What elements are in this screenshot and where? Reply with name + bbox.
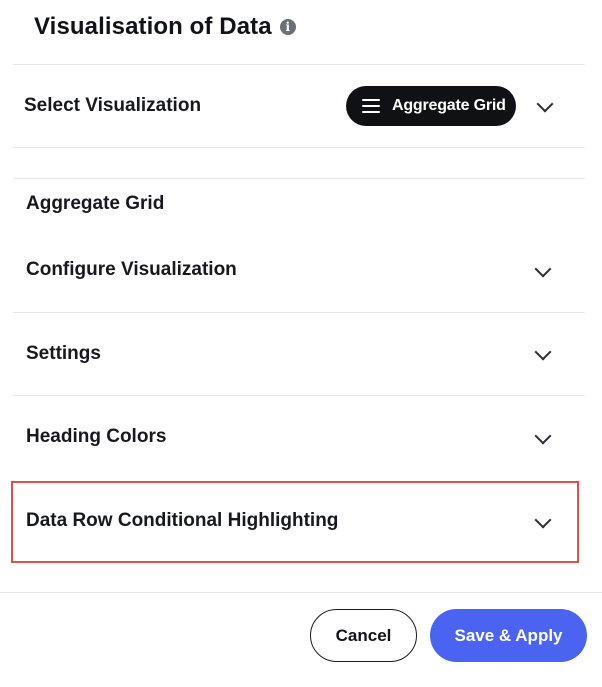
- panel-header: Visualisation of Data i: [34, 12, 296, 42]
- select-visualization-label: Select Visualization: [24, 95, 202, 116]
- select-visualization-row: Select Visualization Aggregate Grid: [13, 65, 585, 147]
- section-label: Configure Visualization: [26, 259, 237, 280]
- save-apply-button[interactable]: Save & Apply: [430, 609, 587, 662]
- section-label: Heading Colors: [26, 426, 167, 447]
- chevron-down-icon[interactable]: [536, 95, 554, 113]
- section-data-row-conditional-highlighting[interactable]: Data Row Conditional Highlighting: [13, 481, 585, 563]
- section-heading-colors[interactable]: Heading Colors: [13, 396, 585, 478]
- visualization-type-dropdown[interactable]: Aggregate Grid: [346, 86, 516, 126]
- info-icon[interactable]: i: [279, 19, 296, 35]
- visualization-type-value: Aggregate Grid: [392, 97, 506, 114]
- section-label: Settings: [26, 343, 101, 364]
- chevron-down-icon[interactable]: [534, 343, 552, 361]
- current-visualization-label: Aggregate Grid: [26, 193, 165, 214]
- chevron-down-icon[interactable]: [534, 427, 552, 445]
- footer-divider: [0, 592, 602, 593]
- chevron-down-icon[interactable]: [534, 511, 552, 529]
- hamburger-menu-icon: [362, 99, 380, 113]
- section-configure-visualization[interactable]: Configure Visualization: [13, 230, 585, 312]
- divider: [13, 147, 585, 148]
- section-label: Data Row Conditional Highlighting: [26, 510, 339, 531]
- page-title: Visualisation of Data: [34, 13, 272, 40]
- divider: [13, 178, 585, 179]
- chevron-down-icon[interactable]: [534, 260, 552, 278]
- cancel-button[interactable]: Cancel: [310, 609, 417, 662]
- section-settings[interactable]: Settings: [13, 313, 585, 395]
